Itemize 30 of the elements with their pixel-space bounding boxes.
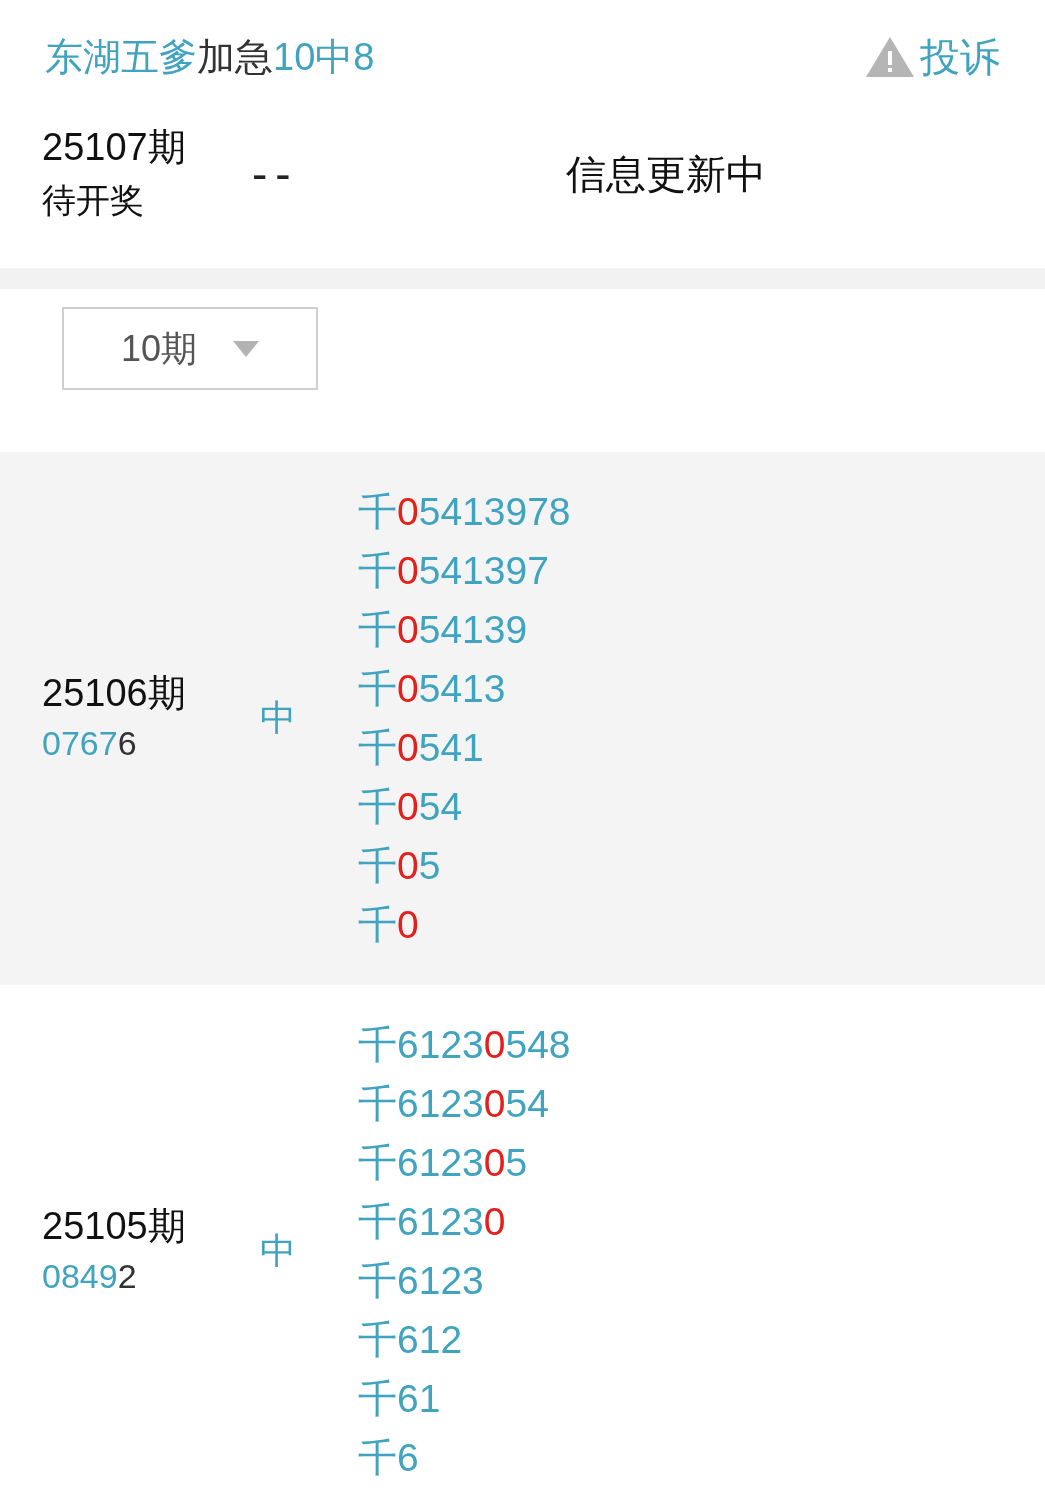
prediction-number: 千054 xyxy=(358,784,463,830)
issue-number: 25107期 xyxy=(42,125,187,170)
hit-label: 中 xyxy=(260,697,296,738)
prediction-number: 千61230 xyxy=(358,1199,506,1245)
prediction-number: 千6123054 xyxy=(358,1081,549,1127)
prediction-number: 千0541 xyxy=(358,725,484,771)
page-title: 东湖五爹加急10中8 xyxy=(44,35,375,80)
prediction-number: 千612 xyxy=(358,1317,463,1363)
prediction-number: 千6123 xyxy=(358,1258,484,1304)
prediction-number: 千61230548 xyxy=(358,1022,571,1068)
draw-number: 08492 xyxy=(42,1256,138,1297)
caret-icon xyxy=(233,340,259,357)
prediction-number: 千612305 xyxy=(358,1140,528,1186)
prediction-number: 千0541397 xyxy=(358,548,549,594)
prediction-number: 千054139 xyxy=(358,607,528,653)
issue-number: 25106期 xyxy=(42,671,187,716)
prediction-number: 千05 xyxy=(358,843,441,889)
hit-label: 中 xyxy=(260,1230,296,1271)
prediction-number: 千05413 xyxy=(358,666,506,712)
prediction-number: 千61 xyxy=(358,1376,441,1422)
issue-number: 25105期 xyxy=(42,1204,187,1249)
draw-status: 待开奖 xyxy=(42,180,145,221)
draw-result: -- xyxy=(252,148,299,200)
status-message: 信息更新中 xyxy=(566,151,766,198)
warning-icon xyxy=(866,37,914,77)
period-select[interactable]: 10期 xyxy=(62,307,318,390)
prediction-number: 千6 xyxy=(358,1435,419,1481)
prediction-number: 千05413978 xyxy=(358,489,571,535)
draw-number: 07676 xyxy=(42,723,138,764)
prediction-number: 千0 xyxy=(358,902,419,948)
